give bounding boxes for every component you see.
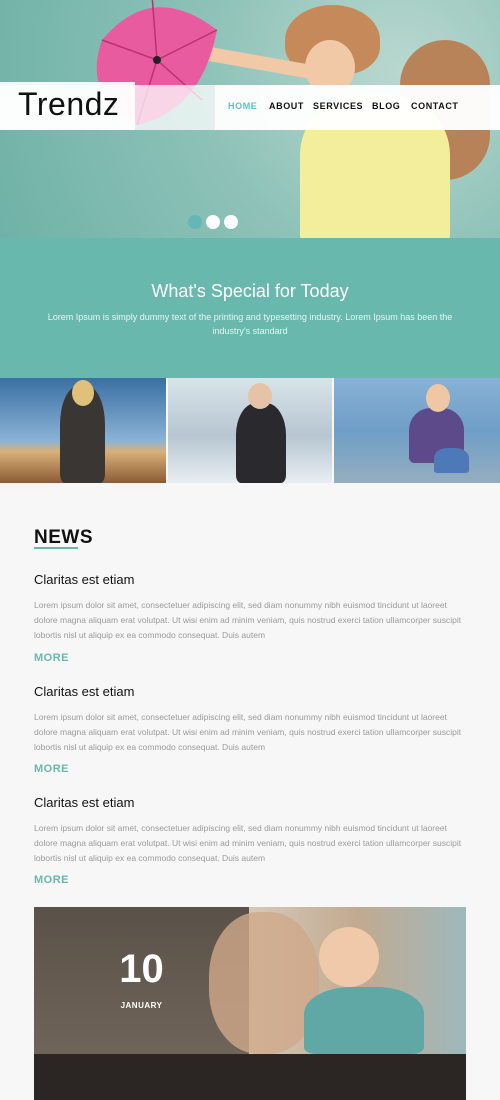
slider-dot-2[interactable] [206, 215, 220, 229]
article-body: Lorem ipsum dolor sit amet, consectetuer… [34, 823, 462, 863]
event-month: JANUARY [120, 1001, 163, 1010]
event-photo-bottom [34, 1054, 466, 1100]
slider-dot-3[interactable] [224, 215, 238, 229]
event-card[interactable]: 10 JANUARY [34, 907, 466, 1100]
special-section: What's Special for Today Lorem Ipsum is … [0, 238, 500, 378]
nav-item-home[interactable]: HOME [228, 101, 257, 111]
news-heading-underline [34, 547, 78, 549]
article-body: Lorem ipsum dolor sit amet, consectetuer… [34, 600, 462, 640]
gallery-photo-3[interactable] [334, 378, 500, 483]
event-day: 10 [119, 947, 164, 991]
article-title[interactable]: Claritas est etiam [34, 684, 134, 699]
brand-logo[interactable]: Trendz [0, 82, 135, 130]
event-photo [209, 907, 466, 1054]
article-more-link[interactable]: MORE [34, 874, 69, 886]
article-more-link[interactable]: MORE [34, 763, 69, 775]
photo-gallery [0, 378, 500, 483]
special-title: What's Special for Today [151, 281, 349, 301]
article-title[interactable]: Claritas est etiam [34, 572, 134, 587]
article-title[interactable]: Claritas est etiam [34, 795, 134, 810]
nav-item-services[interactable]: SERVICES [313, 101, 363, 111]
brand-logo-text: Trendz [18, 86, 120, 122]
nav-item-blog[interactable]: BLOG [372, 101, 400, 111]
gallery-photo-1[interactable] [0, 378, 166, 483]
article-body: Lorem ipsum dolor sit amet, consectetuer… [34, 712, 462, 752]
nav-item-contact[interactable]: CONTACT [411, 101, 459, 111]
nav-item-about[interactable]: ABOUT [269, 101, 304, 111]
main-nav: HOME ABOUT SERVICES BLOG CONTACT [215, 85, 500, 130]
slider-dot-1[interactable] [188, 215, 202, 229]
news-heading: NEWS [34, 527, 93, 548]
special-text: Lorem Ipsum is simply dummy text of the … [47, 312, 453, 336]
gallery-photo-2[interactable] [168, 378, 332, 483]
article-more-link[interactable]: MORE [34, 652, 69, 664]
